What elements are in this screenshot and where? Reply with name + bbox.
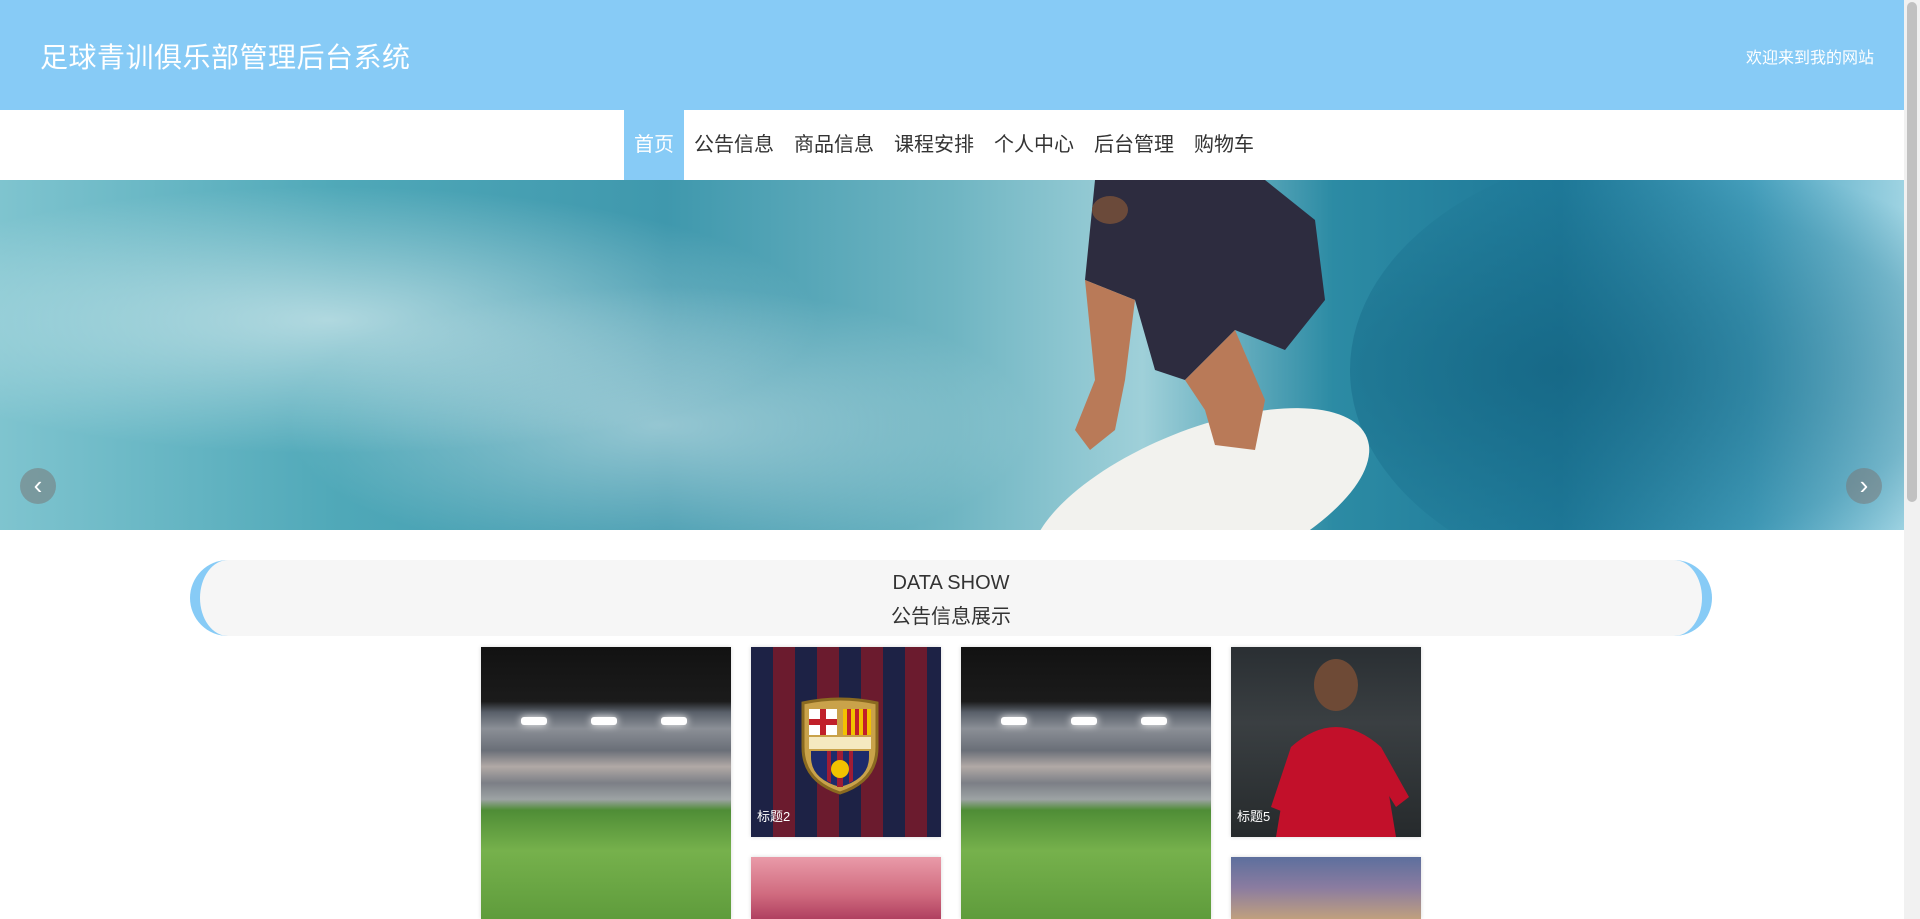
nav-list: 首页 公告信息 商品信息 课程安排 个人中心 后台管理 购物车 — [624, 110, 1264, 180]
carousel-next-button[interactable]: › — [1846, 468, 1882, 504]
main-nav: 首页 公告信息 商品信息 课程安排 个人中心 后台管理 购物车 — [0, 110, 1904, 180]
section-title-cn: 公告信息展示 — [891, 606, 1011, 628]
nav-item-admin[interactable]: 后台管理 — [1084, 110, 1184, 180]
gallery-card-5[interactable] — [751, 857, 941, 919]
page-scrollbar[interactable] — [1904, 0, 1920, 919]
gallery-card-2[interactable]: 标题2 — [751, 647, 941, 837]
stadium-light — [1141, 717, 1167, 725]
fcb-crest-icon — [801, 697, 879, 795]
gallery-card-4[interactable]: 标题5 — [1231, 647, 1421, 837]
stadium-light — [591, 717, 617, 725]
gallery-caption: 标题5 — [1237, 809, 1271, 824]
nav-item-home[interactable]: 首页 — [624, 110, 684, 180]
section-title-box: DATA SHOW 公告信息展示 — [190, 560, 1712, 636]
stadium-light — [661, 717, 687, 725]
gallery-caption: 标题2 — [757, 809, 791, 824]
site-title: 足球青训俱乐部管理后台系统 — [40, 42, 411, 73]
section-title-en: DATA SHOW — [892, 572, 1010, 594]
nav-item-profile[interactable]: 个人中心 — [984, 110, 1084, 180]
nav-item-courses[interactable]: 课程安排 — [884, 110, 984, 180]
nav-item-announcements[interactable]: 公告信息 — [684, 110, 784, 180]
site-header: 足球青训俱乐部管理后台系统 欢迎来到我的网站 — [0, 0, 1904, 110]
gallery-card-6[interactable] — [1231, 857, 1421, 919]
stadium-light — [1001, 717, 1027, 725]
gallery-card-1[interactable] — [481, 647, 731, 919]
banner-wave — [1350, 180, 1904, 530]
banner-foam — [0, 180, 1100, 530]
carousel-prev-button[interactable]: ‹ — [20, 468, 56, 504]
chevron-right-icon: › — [1859, 470, 1869, 500]
surfer-image — [1075, 180, 1325, 450]
banner-carousel: ‹ › — [0, 180, 1904, 530]
welcome-text: 欢迎来到我的网站 — [1745, 50, 1874, 67]
nav-item-products[interactable]: 商品信息 — [784, 110, 884, 180]
chevron-left-icon: ‹ — [33, 470, 43, 500]
stadium-light — [1071, 717, 1097, 725]
scrollbar-thumb[interactable] — [1907, 2, 1917, 502]
gallery-card-3[interactable] — [961, 647, 1211, 919]
nav-item-cart[interactable]: 购物车 — [1184, 110, 1264, 180]
stadium-light — [521, 717, 547, 725]
